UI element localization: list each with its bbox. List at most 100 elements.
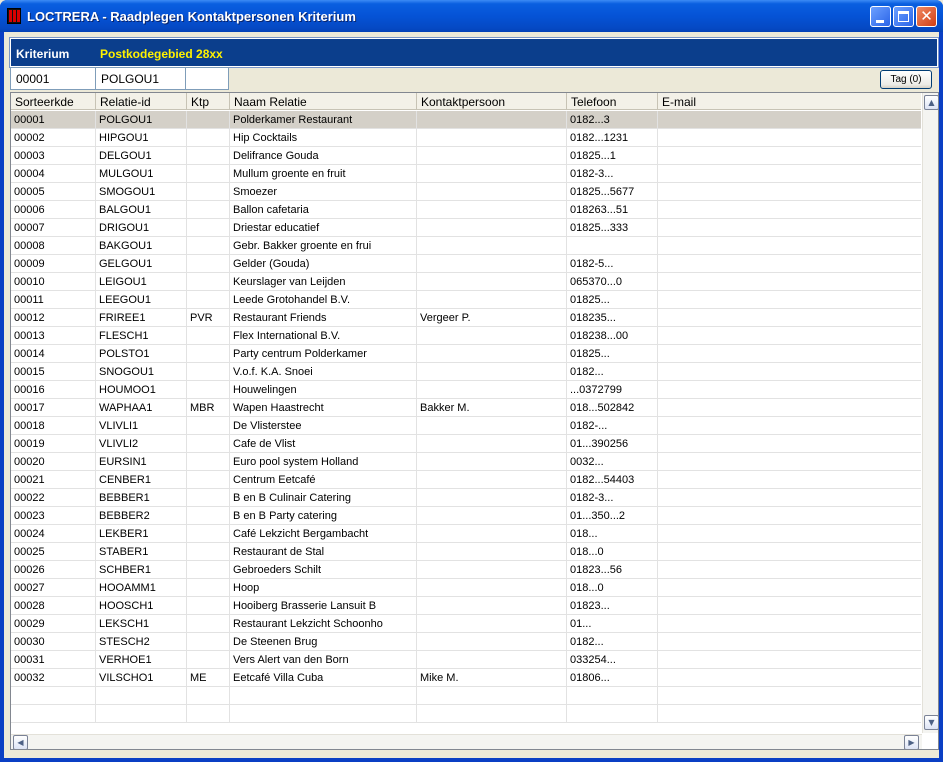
cell-naam-relatie: Smoezer <box>230 183 417 201</box>
cell-kontaktpersoon <box>417 453 567 471</box>
cell-email <box>658 183 921 201</box>
maximize-button[interactable] <box>893 6 914 27</box>
cell-relatie-id: BALGOU1 <box>96 201 187 219</box>
cell-naam-relatie: Driestar educatief <box>230 219 417 237</box>
sorteerkde-filter-field[interactable]: 00001 <box>10 67 96 90</box>
table-row[interactable]: 00016 HOUMOO1 Houwelingen ...0372799 <box>11 381 921 399</box>
cell-kontaktpersoon <box>417 579 567 597</box>
table-row[interactable]: 00023 BEBBER2 B en B Party catering 01...35… <box>11 507 921 525</box>
cell-relatie-id: VLIVLI1 <box>96 417 187 435</box>
table-row[interactable]: 00007 DRIGOU1 Driestar educatief 01825...33… <box>11 219 921 237</box>
table-row[interactable]: 00003 DELGOU1 Delifrance Gouda 01825...1 <box>11 147 921 165</box>
horizontal-scrollbar[interactable]: ◀ ▶ <box>11 734 922 749</box>
table-row[interactable]: 00025 STABER1 Restaurant de Stal 018...0 <box>11 543 921 561</box>
scroll-right-icon[interactable]: ▶ <box>904 735 919 749</box>
table-row[interactable]: 00028 HOOSCH1 Hooiberg Brasserie Lansuit B… <box>11 597 921 615</box>
table-row[interactable]: 00013 FLESCH1 Flex International B.V. 01823… <box>11 327 921 345</box>
vertical-scrollbar[interactable]: ▲ ▼ <box>922 93 938 733</box>
cell-relatie-id: DELGOU1 <box>96 147 187 165</box>
cell-email <box>658 687 921 705</box>
column-header-naam-relatie[interactable]: Naam Relatie <box>230 93 417 110</box>
cell-kontaktpersoon <box>417 363 567 381</box>
table-row[interactable]: 00030 STESCH2 De Steenen Brug 0182... <box>11 633 921 651</box>
table-row[interactable]: 00019 VLIVLI2 Cafe de Vlist 01...390256 <box>11 435 921 453</box>
cell-relatie-id: GELGOU1 <box>96 255 187 273</box>
column-header-relatie-id[interactable]: Relatie-id <box>96 93 187 110</box>
table-row[interactable]: 00015 SNOGOU1 V.o.f. K.A. Snoei 0182... <box>11 363 921 381</box>
table-row[interactable]: 00010 LEIGOU1 Keurslager van Leijden 065370… <box>11 273 921 291</box>
cell-telefoon: 01...350...2 <box>567 507 658 525</box>
cell-email <box>658 147 921 165</box>
cell-sorteerkde: 00019 <box>11 435 96 453</box>
table-row[interactable]: 00024 LEKBER1 Café Lekzicht Bergambacht 018… <box>11 525 921 543</box>
table-row[interactable]: 00006 BALGOU1 Ballon cafetaria 018263...51 <box>11 201 921 219</box>
column-header-email[interactable]: E-mail <box>658 93 921 110</box>
cell-telefoon: 0182... <box>567 363 658 381</box>
cell-naam-relatie: B en B Party catering <box>230 507 417 525</box>
table-row[interactable]: 00018 VLIVLI1 De Vlisterstee 0182-... <box>11 417 921 435</box>
table-row[interactable]: 00004 MULGOU1 Mullum groente en fruit 0182-… <box>11 165 921 183</box>
cell-sorteerkde: 00013 <box>11 327 96 345</box>
table-row[interactable]: 00027 HOOAMM1 Hoop 018...0 <box>11 579 921 597</box>
table-row[interactable]: 00031 VERHOE1 Vers Alert van den Born 03325… <box>11 651 921 669</box>
table-row[interactable]: 00022 BEBBER1 B en B Culinair Catering 0182… <box>11 489 921 507</box>
scroll-down-icon[interactable]: ▼ <box>924 715 938 730</box>
table-row[interactable]: 00008 BAKGOU1 Gebr. Bakker groente en frui <box>11 237 921 255</box>
ktp-filter-field[interactable] <box>185 67 229 90</box>
cell-email <box>658 291 921 309</box>
table-row[interactable]: 00017 WAPHAA1 MBR Wapen Haastrecht Bakker M.… <box>11 399 921 417</box>
cell-naam-relatie <box>230 705 417 723</box>
cell-ktp: PVR <box>187 309 230 327</box>
cell-ktp <box>187 147 230 165</box>
table-row[interactable]: 00020 EURSIN1 Euro pool system Holland 0032… <box>11 453 921 471</box>
cell-relatie-id: DRIGOU1 <box>96 219 187 237</box>
cell-telefoon: 065370...0 <box>567 273 658 291</box>
table-row[interactable]: 00002 HIPGOU1 Hip Cocktails 0182...1231 <box>11 129 921 147</box>
close-button[interactable]: ✕ <box>916 6 937 27</box>
cell-email <box>658 561 921 579</box>
cell-naam-relatie: Restaurant Friends <box>230 309 417 327</box>
table-row[interactable]: 00014 POLSTO1 Party centrum Polderkamer 018… <box>11 345 921 363</box>
table-row[interactable]: 00009 GELGOU1 Gelder (Gouda) 0182-5... <box>11 255 921 273</box>
relatie-id-filter-field[interactable]: POLGOU1 <box>95 67 186 90</box>
column-header-telefoon[interactable]: Telefoon <box>567 93 658 110</box>
tag-button[interactable]: Tag (0) <box>880 70 932 89</box>
cell-email <box>658 507 921 525</box>
cell-naam-relatie: Centrum Eetcafé <box>230 471 417 489</box>
minimize-button[interactable] <box>870 6 891 27</box>
table-row-empty[interactable] <box>11 705 921 723</box>
cell-kontaktpersoon <box>417 327 567 345</box>
cell-kontaktpersoon <box>417 129 567 147</box>
cell-relatie-id: WAPHAA1 <box>96 399 187 417</box>
cell-sorteerkde: 00026 <box>11 561 96 579</box>
cell-naam-relatie: Eetcafé Villa Cuba <box>230 669 417 687</box>
cell-sorteerkde: 00015 <box>11 363 96 381</box>
cell-ktp <box>187 363 230 381</box>
table-row[interactable]: 00012 FRIREE1 PVR Restaurant Friends Vergeer… <box>11 309 921 327</box>
cell-sorteerkde: 00009 <box>11 255 96 273</box>
table-row[interactable]: 00021 CENBER1 Centrum Eetcafé 0182...54403 <box>11 471 921 489</box>
table-row[interactable]: 00029 LEKSCH1 Restaurant Lekzicht Schoonho… <box>11 615 921 633</box>
cell-email <box>658 309 921 327</box>
table-header: Sorteerkde Relatie-id Ktp Naam Relatie K… <box>11 93 921 110</box>
table-row[interactable]: 00005 SMOGOU1 Smoezer 01825...5677 <box>11 183 921 201</box>
table-row-empty[interactable] <box>11 687 921 705</box>
table-row[interactable]: 00011 LEEGOU1 Leede Grotohandel B.V. 01825.… <box>11 291 921 309</box>
table-row[interactable]: 00032 VILSCHO1 ME Eetcafé Villa Cuba Mike M.… <box>11 669 921 687</box>
cell-kontaktpersoon <box>417 165 567 183</box>
cell-telefoon: 0182-... <box>567 417 658 435</box>
cell-kontaktpersoon: Bakker M. <box>417 399 567 417</box>
title-bar[interactable]: LOCTRERA - Raadplegen Kontaktpersonen Kr… <box>0 0 943 32</box>
column-header-ktp[interactable]: Ktp <box>187 93 230 110</box>
scroll-left-icon[interactable]: ◀ <box>13 735 28 749</box>
cell-email <box>658 381 921 399</box>
column-header-kontaktpersoon[interactable]: Kontaktpersoon <box>417 93 567 110</box>
cell-naam-relatie: Gebr. Bakker groente en frui <box>230 237 417 255</box>
cell-telefoon: 01825...5677 <box>567 183 658 201</box>
table-row[interactable]: 00026 SCHBER1 Gebroeders Schilt 01823...56 <box>11 561 921 579</box>
column-header-sorteerkde[interactable]: Sorteerkde <box>11 93 96 110</box>
cell-telefoon: 0182...54403 <box>567 471 658 489</box>
table-row[interactable]: 00001 POLGOU1 Polderkamer Restaurant 0182..… <box>11 111 921 129</box>
cell-naam-relatie: V.o.f. K.A. Snoei <box>230 363 417 381</box>
scroll-up-icon[interactable]: ▲ <box>924 95 938 110</box>
